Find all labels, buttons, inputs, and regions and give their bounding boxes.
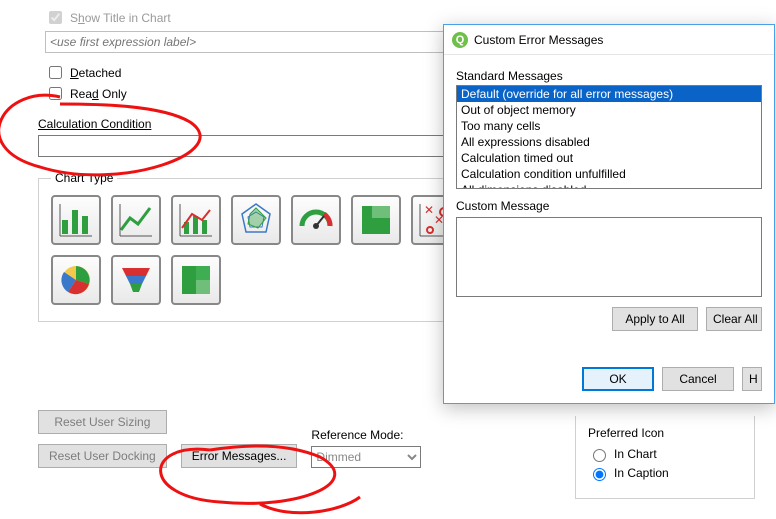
chart-type-mekko[interactable]: [351, 195, 401, 245]
chart-type-pie[interactable]: [51, 255, 101, 305]
chart-type-combo[interactable]: [171, 195, 221, 245]
dialog-titlebar[interactable]: Q Custom Error Messages: [444, 25, 774, 55]
ok-button[interactable]: OK: [582, 367, 654, 391]
reference-mode-label: Reference Mode:: [311, 428, 421, 442]
chart-type-block[interactable]: [171, 255, 221, 305]
standard-message-item[interactable]: Default (override for all error messages…: [457, 86, 761, 102]
standard-message-item[interactable]: Calculation condition unfulfilled: [457, 166, 761, 182]
preferred-icon-title: Preferred Icon: [588, 426, 742, 440]
standard-message-item[interactable]: All dimensions disabled.: [457, 182, 761, 189]
detached-checkbox[interactable]: [49, 66, 62, 79]
error-messages-button[interactable]: Error Messages...: [181, 444, 298, 468]
standard-message-item[interactable]: Too many cells: [457, 118, 761, 134]
clear-all-button[interactable]: Clear All: [706, 307, 762, 331]
read-only-checkbox[interactable]: [49, 87, 62, 100]
reset-user-sizing-button[interactable]: Reset User Sizing: [38, 410, 167, 434]
chart-type-radar[interactable]: [231, 195, 281, 245]
preferred-icon-in-chart[interactable]: In Chart: [588, 446, 742, 462]
app-icon: Q: [452, 32, 468, 48]
chart-type-funnel[interactable]: [111, 255, 161, 305]
title-expression-input: [45, 31, 475, 53]
detached-label: Detached: [70, 66, 121, 80]
standard-message-item[interactable]: Calculation timed out: [457, 150, 761, 166]
standard-message-item[interactable]: All expressions disabled: [457, 134, 761, 150]
custom-message-label: Custom Message: [456, 199, 762, 213]
custom-error-messages-dialog: Q Custom Error Messages Standard Message…: [443, 24, 775, 404]
read-only-label: Read Only: [70, 87, 127, 101]
standard-messages-list[interactable]: Default (override for all error messages…: [456, 85, 762, 189]
chart-type-legend: Chart Type: [51, 171, 117, 185]
chart-type-bar[interactable]: [51, 195, 101, 245]
reset-user-docking-button[interactable]: Reset User Docking: [38, 444, 167, 468]
preferred-icon-group: Preferred Icon In Chart In Caption: [575, 416, 755, 499]
show-title-label: Show Title in Chart: [70, 11, 171, 25]
svg-text:✕: ✕: [424, 203, 434, 217]
calculation-condition-input[interactable]: [38, 135, 478, 157]
preferred-icon-in-caption[interactable]: In Caption: [588, 465, 742, 481]
apply-to-all-button[interactable]: Apply to All: [612, 307, 698, 331]
dialog-title: Custom Error Messages: [474, 33, 603, 47]
show-title-checkbox: [49, 11, 62, 24]
custom-message-textarea[interactable]: [456, 217, 762, 297]
chart-type-line[interactable]: [111, 195, 161, 245]
standard-message-item[interactable]: Out of object memory: [457, 102, 761, 118]
chart-type-gauge[interactable]: [291, 195, 341, 245]
help-button[interactable]: H: [742, 367, 762, 391]
reference-mode-select[interactable]: Dimmed: [311, 446, 421, 468]
standard-messages-label: Standard Messages: [456, 69, 762, 83]
cancel-button[interactable]: Cancel: [662, 367, 734, 391]
